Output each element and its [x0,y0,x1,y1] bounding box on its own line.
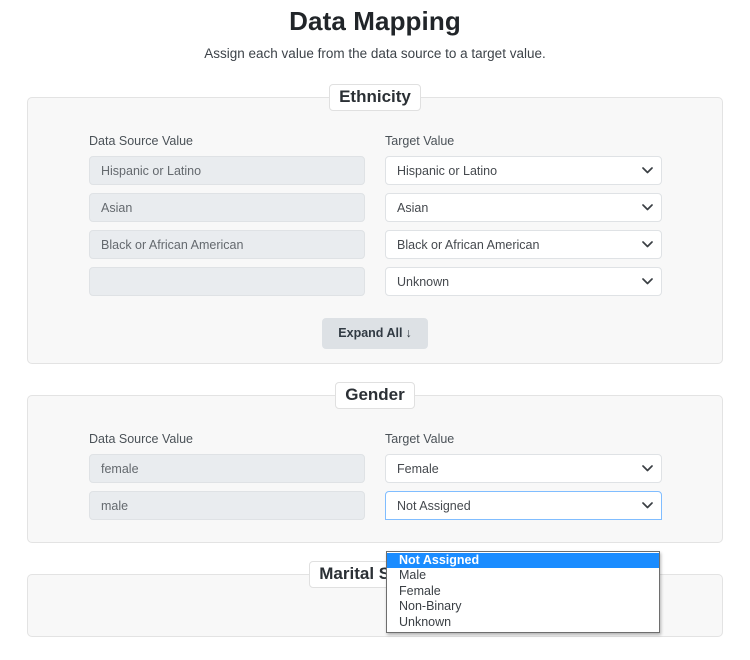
source-value-input[interactable] [89,454,365,483]
mapping-grid-gender: Data Source Value Target Value Female No… [28,431,722,528]
mapping-grid-ethnicity: Data Source Value Target Value Hispanic … [28,133,722,304]
source-value-input[interactable] [89,156,365,185]
expand-all-label: Expand All [338,326,403,340]
dropdown-option[interactable]: Male [387,568,659,583]
arrow-down-icon: ↓ [405,326,412,340]
target-select-wrapper: Unknown [385,267,662,296]
expand-all-row: Expand All ↓ [28,318,722,349]
source-column-ethnicity: Data Source Value [89,133,365,304]
target-value-select[interactable]: Asian [385,193,662,222]
page-subtitle: Assign each value from the data source t… [204,46,546,61]
target-value-select[interactable]: Female [385,454,662,483]
section-legend-ethnicity: Ethnicity [329,84,421,111]
target-select-wrapper: Female [385,454,662,483]
source-value-input[interactable] [89,193,365,222]
section-gender: Gender Data Source Value Target Value Fe… [27,382,723,543]
target-column-label: Target Value [385,134,455,148]
target-select-wrapper: Black or African American [385,230,662,259]
target-select-wrapper-open: Not Assigned [385,491,662,520]
dropdown-option[interactable]: Not Assigned [387,553,659,569]
dropdown-option[interactable]: Non-Binary [387,599,659,614]
target-value-select[interactable]: Hispanic or Latino [385,156,662,185]
dropdown-option[interactable]: Unknown [387,615,659,630]
page-header: Data Mapping Assign each value from the … [0,0,750,61]
source-value-input[interactable] [89,491,365,520]
target-value-select-open[interactable]: Not Assigned [385,491,662,520]
dropdown-option[interactable]: Female [387,584,659,599]
source-value-input[interactable] [89,267,365,296]
page-title: Data Mapping [289,6,461,36]
target-column-gender: Target Value Female Not Assigned [385,431,662,528]
source-column-label: Data Source Value [89,432,193,446]
source-value-input[interactable] [89,230,365,259]
target-select-wrapper: Asian [385,193,662,222]
target-column-ethnicity: Target Value Hispanic or Latino Asian Bl… [385,133,662,304]
target-column-label: Target Value [385,432,455,446]
expand-all-button[interactable]: Expand All ↓ [322,318,428,349]
target-value-select[interactable]: Black or African American [385,230,662,259]
section-legend-gender: Gender [335,382,415,409]
source-column-gender: Data Source Value [89,431,365,528]
section-ethnicity: Ethnicity Data Source Value Target Value… [27,84,723,364]
target-value-select[interactable]: Unknown [385,267,662,296]
target-select-wrapper: Hispanic or Latino [385,156,662,185]
target-value-dropdown-list[interactable]: Not Assigned Male Female Non-Binary Unkn… [386,551,660,633]
source-column-label: Data Source Value [89,134,193,148]
